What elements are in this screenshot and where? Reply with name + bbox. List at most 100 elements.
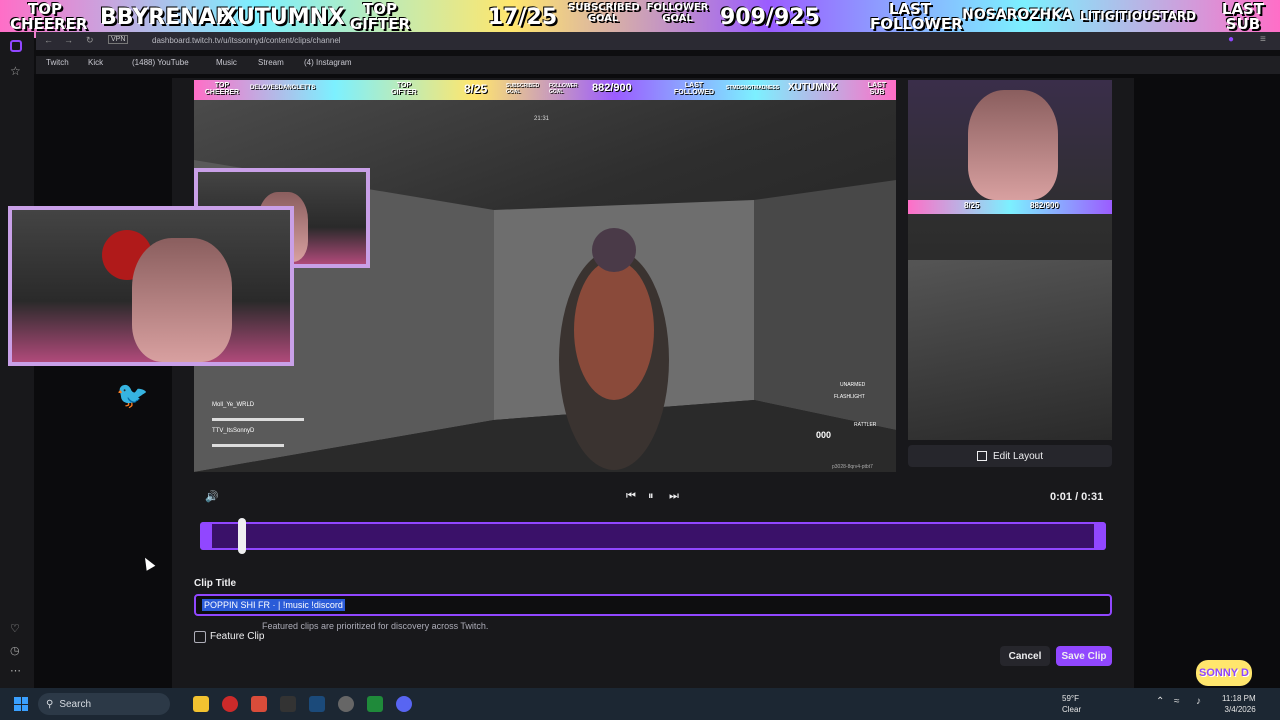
trim-handle-end[interactable] [1094,522,1106,550]
last-follower-label: LAST FOLLOWER [870,2,963,33]
inner-top-cheerer: TOP CHEERER [204,82,240,96]
bookmark-instagram[interactable]: (4) Instagram [304,58,352,67]
side-game-view [908,260,1112,440]
more-icon[interactable]: ⋯ [10,664,21,677]
obs-icon[interactable] [338,696,354,712]
playback-time: 0:01 / 0:31 [1050,491,1104,503]
taskbar-search[interactable]: ⚲ Search [38,693,170,715]
clip-title-value: POPPIN SHI FR · | !music !discord [202,599,345,611]
top-cheerer-label: TOP CHEERER [10,2,88,33]
side-cam-preview: 8/25 882/900 [908,80,1112,440]
weather-temp: 59°F [1062,694,1079,703]
inner-follower-count: 882/900 [592,82,632,94]
clip-video-preview[interactable]: TOP CHEERER DELOVESDANGLETTS TOP GIFTER … [194,80,896,472]
profile-icon[interactable]: ● [1228,34,1234,45]
skip-back-icon[interactable]: ⏮ [626,490,636,503]
weather-condition: Clear [1062,705,1082,714]
last-follower-name: NOSAROZHKA [962,7,1073,23]
edit-layout-button[interactable]: Edit Layout [908,445,1112,467]
url-text[interactable]: dashboard.twitch.tv/u/itssonnyd/content/… [152,36,341,45]
pause-icon[interactable]: ⏸ [648,490,654,503]
star-icon[interactable]: ☆ [10,64,21,78]
reload-icon[interactable]: ↻ [86,35,94,46]
inner-sub-count: 8/25 [464,82,488,96]
bookmark-kick[interactable]: Kick [88,58,103,67]
speaker-icon[interactable]: ♪ [1196,696,1201,707]
file-explorer-icon[interactable] [193,696,209,712]
skip-forward-icon[interactable]: ⏭ [669,490,679,503]
start-icon[interactable] [14,697,28,711]
top-cheerer-bottom: CHEERER [10,15,88,33]
clip-timeline[interactable] [200,522,1106,550]
app-icon[interactable] [251,696,267,712]
last-follower-bottom: FOLLOWER [870,15,963,33]
side-overlay-bar [908,200,1112,214]
vpn-badge[interactable]: VPN [108,35,129,44]
bookmark-stream[interactable]: Stream [258,58,284,67]
save-clip-button[interactable]: Save Clip [1056,646,1112,666]
hud-session-id: p3028-8qrv4-ptbt7 [832,464,873,470]
steam-icon[interactable] [309,696,325,712]
hud-flashlight: FLASHLIGHT [834,394,865,400]
game-scene [194,160,896,472]
opera-icon[interactable] [222,696,238,712]
discord-icon[interactable] [396,696,412,712]
sub-goal-label-bottom: GOAL [587,13,619,24]
search-icon: ⚲ [46,698,54,710]
heart-icon[interactable]: ♡ [10,622,20,635]
clip-title-input[interactable]: POPPIN SHI FR · | !music !discord [194,594,1112,616]
inner-last-sub: LAST SUB [867,82,887,96]
sub-goal-label: SUBSCRIBED GOAL [568,2,640,24]
follower-goal-label-bottom: GOAL [662,13,693,24]
taskbar-search-label: Search [59,698,92,710]
brand-badge: SONNY D [1196,660,1252,686]
clock-date: 3/4/2026 [1224,705,1256,714]
last-sub-label: LAST SUB [1212,2,1274,32]
clock-time: 11:18 PM [1222,694,1256,703]
home-icon[interactable] [10,40,22,52]
menu-icon[interactable]: ≡ [1260,34,1266,45]
trim-handle-start[interactable] [200,522,212,550]
edit-layout-label: Edit Layout [992,450,1044,462]
inner-last-followed: LAST FOLLOWED [673,82,715,96]
inner-last-name: STMDSNOTMADNESS [726,85,780,91]
feature-clip-checkbox[interactable] [194,631,206,643]
weather-widget[interactable]: 59°F Clear [1062,693,1081,715]
clip-title-label: Clip Title [194,578,237,589]
windows-taskbar [0,688,1280,720]
xbox-icon[interactable] [367,696,383,712]
follower-goal-label-top: FOLLOWER [646,2,709,13]
follower-goal-count: 909/925 [720,5,820,30]
cancel-button[interactable]: Cancel [1000,646,1050,666]
hud-ammo: 000 [816,430,832,440]
epic-games-icon[interactable] [280,696,296,712]
feature-note: Featured clips are prioritized for disco… [262,621,489,631]
back-icon[interactable]: ← [44,35,53,45]
browser-address-bar: ← → ↻ VPN dashboard.twitch.tv/u/itssonny… [36,32,1280,50]
playhead[interactable] [238,518,246,554]
hud-player2-bar [212,444,284,447]
sub-goal-label-top: SUBSCRIBED [568,2,640,13]
hud-player2: TTV_ItsSonnyD [212,428,255,434]
history-icon[interactable]: ◷ [10,644,20,657]
top-gifter-bottom: GIFTER [349,15,411,33]
sub-goal-count: 17/25 [487,5,558,30]
volume-icon[interactable]: 🔊 [205,490,219,503]
twitter-icon: 🐦 [116,380,149,410]
hud-unarmed: UNARMED [840,382,866,388]
bookmark-youtube[interactable]: (1488) YouTube [132,58,189,67]
bookmark-music[interactable]: Music [216,58,237,67]
top-cheerer-name: BBYRENAE [100,5,231,30]
wifi-icon[interactable]: ≈ [1174,696,1180,707]
bookmark-twitch[interactable]: Twitch [46,58,69,67]
feature-clip-label[interactable]: Feature Clip [210,631,264,642]
top-gifter-name: XUTUMNX [220,5,345,30]
forward-icon[interactable]: → [64,35,73,45]
inner-last-name2: XUTUMNX [788,82,838,93]
taskbar-clock[interactable]: 11:18 PM 3/4/2026 [1222,693,1256,715]
hud-rattler: RATTLER [854,422,877,428]
last-sub-name: LITIGITIOUSTARD [1080,9,1197,23]
bookmarks-bar: Twitch Kick (1488) YouTube Music Stream … [36,56,1280,74]
tray-chevron-icon[interactable]: ⌃ [1156,696,1164,707]
top-gifter-label: TOP GIFTER [345,2,415,32]
